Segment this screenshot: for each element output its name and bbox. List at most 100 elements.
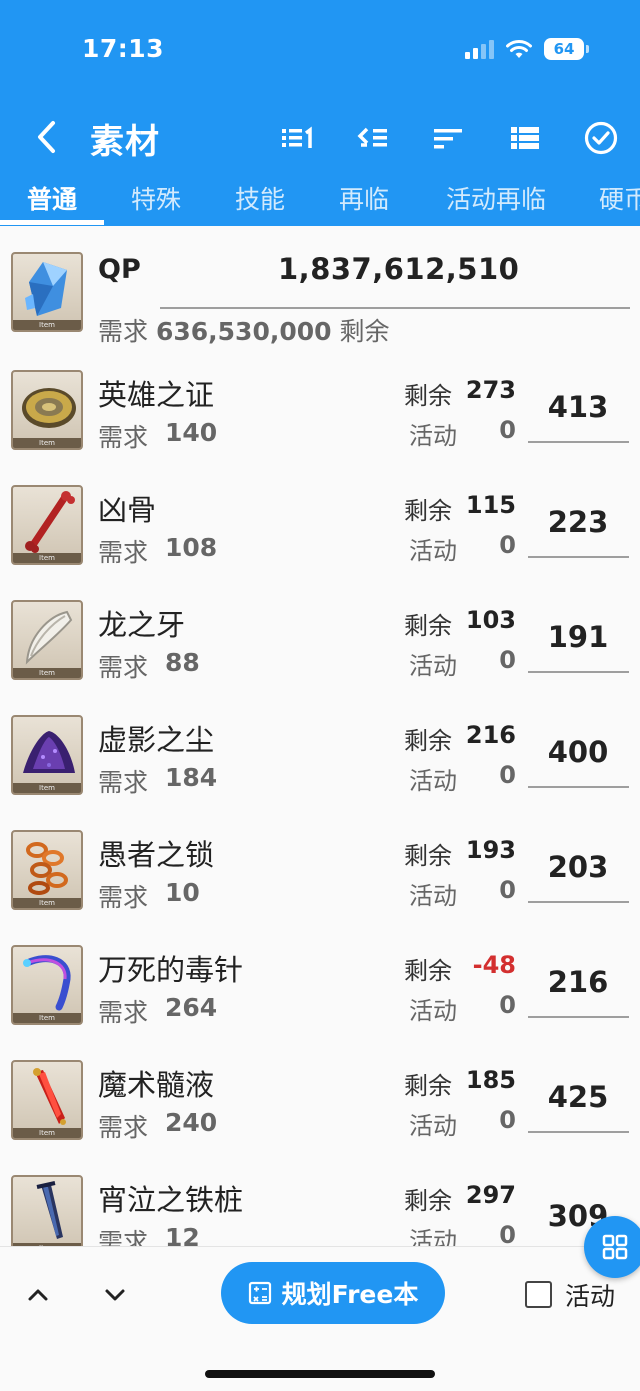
- tab-skill[interactable]: 技能: [210, 176, 310, 226]
- event-checkbox-label[interactable]: 活动: [565, 1277, 615, 1313]
- material-name: 虚影之尘: [98, 723, 215, 757]
- scroll-down-button[interactable]: [95, 1275, 135, 1315]
- remain-label: 剩余: [404, 1072, 452, 1100]
- event-value: 0: [499, 1106, 516, 1134]
- event-label: 活动: [409, 767, 457, 795]
- need-label: 需求: [98, 998, 149, 1027]
- grid-view-fab[interactable]: [584, 1216, 640, 1278]
- sort-icon: [434, 129, 462, 149]
- remain-value: 115: [465, 491, 516, 519]
- event-checkbox[interactable]: [525, 1281, 552, 1308]
- qp-need-value: 636,530,000: [155, 317, 332, 346]
- remain-label: 剩余: [404, 842, 452, 870]
- owned-count-field[interactable]: 425: [528, 1080, 628, 1114]
- priority-filter-button[interactable]: [276, 116, 320, 160]
- owned-underline: [528, 556, 629, 558]
- need-label: 需求: [98, 768, 149, 797]
- event-value: 0: [499, 1221, 516, 1246]
- item-tag: Item: [13, 783, 81, 793]
- filter-list-button[interactable]: [351, 116, 395, 160]
- back-button[interactable]: [28, 112, 64, 162]
- tab-event-ascension[interactable]: 活动再临: [428, 176, 564, 226]
- remain-value: 216: [465, 721, 516, 749]
- need-value: 108: [165, 533, 218, 562]
- qp-row[interactable]: Item QP 1,837,612,510 需求 636,530,000 剩余: [0, 226, 640, 346]
- need-label: 需求: [98, 538, 149, 567]
- scroll-up-button[interactable]: [18, 1275, 58, 1315]
- material-name: 英雄之证: [98, 378, 215, 412]
- tab-ascension[interactable]: 再临: [314, 176, 414, 226]
- tab-special[interactable]: 特殊: [106, 176, 206, 226]
- category-tabs: 普通 特殊 技能 再临 活动再临 硬币: [0, 176, 640, 226]
- material-row[interactable]: Item 万死的毒针 需求 264 剩余 -48 活动 0 216: [0, 939, 640, 1054]
- tab-normal[interactable]: 普通: [0, 176, 104, 226]
- wifi-icon: [506, 40, 532, 58]
- material-row[interactable]: Item 宵泣之铁桩 需求 12 剩余 297 活动 0 309: [0, 1169, 640, 1246]
- check-circle-icon: [584, 121, 618, 155]
- event-value: 0: [499, 416, 516, 444]
- vial-icon: Item: [11, 1060, 83, 1140]
- event-label: 活动: [409, 1227, 457, 1246]
- plan-free-quest-button[interactable]: 规划Free本: [221, 1262, 445, 1324]
- event-value: 0: [499, 646, 516, 674]
- event-value: 0: [499, 876, 516, 904]
- item-tag: Item: [13, 668, 81, 678]
- item-tag: Item: [13, 898, 81, 908]
- view-list-button[interactable]: [503, 116, 547, 160]
- material-row[interactable]: Item 虚影之尘 需求 184 剩余 216 活动 0 400: [0, 709, 640, 824]
- material-row[interactable]: Item 魔术髓液 需求 240 剩余 185 活动 0 425: [0, 1054, 640, 1169]
- owned-count-field[interactable]: 413: [528, 390, 628, 424]
- item-tag: Item: [13, 1128, 81, 1138]
- remain-value: 273: [465, 376, 516, 404]
- chevron-down-icon: [105, 1289, 125, 1301]
- qp-remain-label: 剩余: [339, 317, 390, 346]
- sort-button[interactable]: [426, 116, 470, 160]
- qp-icon: Item: [11, 252, 83, 332]
- owned-count-field[interactable]: 191: [528, 620, 628, 654]
- confirm-button[interactable]: [579, 116, 623, 160]
- need-label: 需求: [98, 653, 149, 682]
- material-name: 凶骨: [98, 493, 157, 527]
- owned-count-field[interactable]: 400: [528, 735, 628, 769]
- back-arrow-icon: [38, 121, 55, 153]
- qp-need-label: 需求: [98, 317, 149, 346]
- item-tag: Item: [13, 438, 81, 448]
- remain-label: 剩余: [404, 382, 452, 410]
- home-indicator: [205, 1370, 435, 1378]
- event-label: 活动: [409, 537, 457, 565]
- need-value: 264: [165, 993, 218, 1022]
- material-row[interactable]: Item 愚者之锁 需求 10 剩余 193 活动 0 203: [0, 824, 640, 939]
- qp-value: 1,837,612,510: [278, 252, 520, 286]
- item-tag: Item: [13, 320, 81, 330]
- remain-value: 185: [465, 1066, 516, 1094]
- event-label: 活动: [409, 1112, 457, 1140]
- owned-count-field[interactable]: 223: [528, 505, 628, 539]
- material-list[interactable]: Item QP 1,837,612,510 需求 636,530,000 剩余 …: [0, 226, 640, 1246]
- plan-button-label: 规划Free本: [281, 1280, 419, 1309]
- need-value: 88: [165, 648, 200, 677]
- need-value: 10: [165, 878, 200, 907]
- owned-underline: [528, 1131, 629, 1133]
- material-row[interactable]: Item 凶骨 需求 108 剩余 115 活动 0 223: [0, 479, 640, 594]
- item-tag: Item: [13, 553, 81, 563]
- remain-label: 剩余: [404, 612, 452, 640]
- chevron-up-icon: [28, 1289, 48, 1301]
- qp-need: 需求 636,530,000 剩余: [98, 312, 390, 348]
- status-time: 17:13: [82, 34, 165, 63]
- remain-label: 剩余: [404, 1187, 452, 1215]
- event-value: 0: [499, 991, 516, 1019]
- fang-icon: Item: [11, 600, 83, 680]
- remain-label: 剩余: [404, 727, 452, 755]
- need-value: 184: [165, 763, 218, 792]
- qp-input-underline: [160, 307, 630, 309]
- material-row[interactable]: Item 龙之牙 需求 88 剩余 103 活动 0 191: [0, 594, 640, 709]
- owned-count-field[interactable]: 203: [528, 850, 628, 884]
- event-value: 0: [499, 761, 516, 789]
- owned-count-field[interactable]: 216: [528, 965, 628, 999]
- material-row[interactable]: Item 英雄之证 需求 140 剩余 273 活动 0 413: [0, 364, 640, 479]
- list-filter-icon: [357, 127, 387, 147]
- cellular-signal-icon: [465, 39, 494, 59]
- need-value: 240: [165, 1108, 218, 1137]
- tab-coin[interactable]: 硬币: [587, 176, 640, 226]
- material-name: 愚者之锁: [98, 838, 215, 872]
